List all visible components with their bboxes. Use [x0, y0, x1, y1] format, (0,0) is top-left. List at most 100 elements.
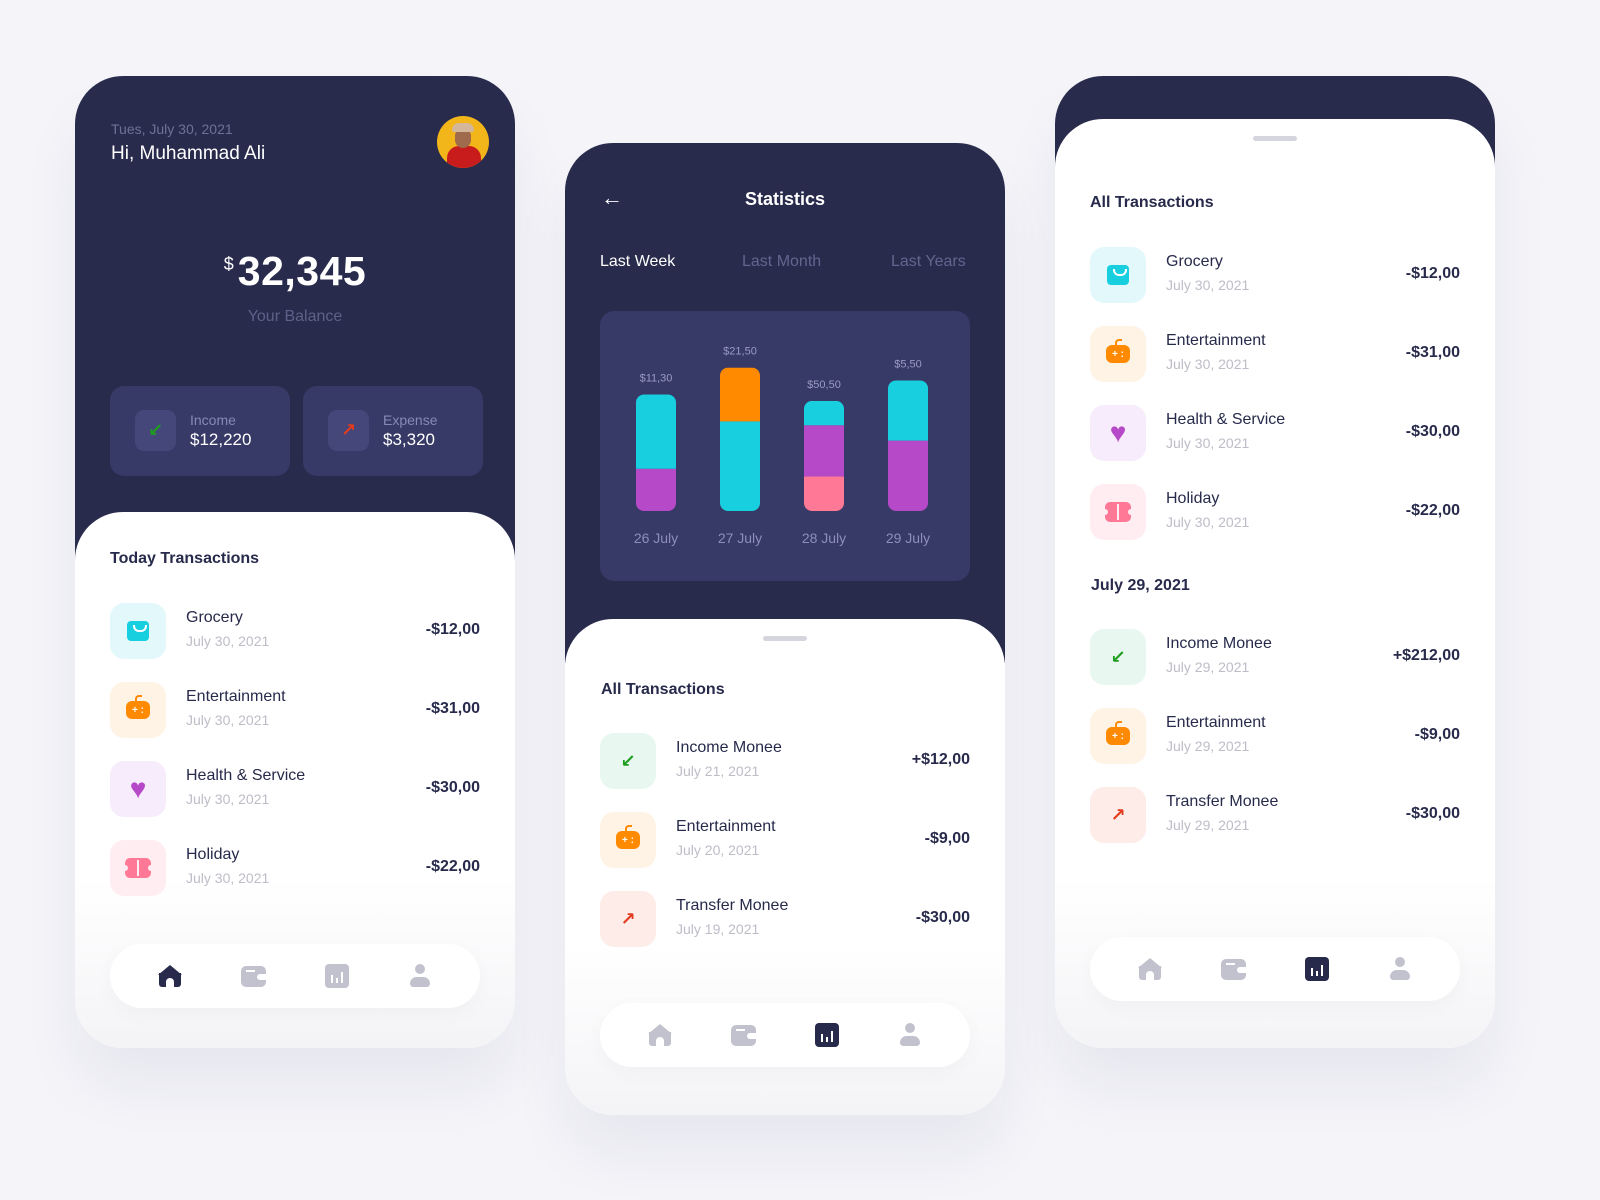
chart-icon [324, 964, 349, 988]
transaction-name: Holiday [186, 846, 240, 863]
drag-handle[interactable] [763, 636, 807, 641]
bar-segment-orange [720, 367, 760, 422]
transaction-row[interactable]: Grocery July 30, 2021 -$12,00 [110, 603, 480, 659]
tab-last-years[interactable]: Last Years [891, 253, 966, 271]
nav-wallet[interactable] [237, 960, 269, 992]
today-transactions-sheet: Today Transactions Grocery July 30, 2021… [75, 512, 515, 1048]
transaction-amount: -$30,00 [425, 779, 480, 796]
nav-profile[interactable] [1384, 953, 1416, 985]
greeting: Hi, Muhammad Ali [111, 143, 266, 164]
home-icon [647, 1024, 672, 1047]
transaction-date: July 29, 2021 [1166, 817, 1250, 833]
transaction-amount: -$30,00 [1405, 423, 1460, 440]
balance-amount: 32,345 [237, 248, 367, 294]
statistics-header: ← Statistics Last Week Last Month Last Y… [565, 143, 1005, 663]
all-transactions-sheet: All Transactions Grocery July 30, 2021 -… [1055, 119, 1495, 1048]
home-icon [1137, 958, 1162, 981]
transaction-row[interactable]: ↙ Income Monee July 29, 2021 +$212,00 [1090, 629, 1460, 685]
income-card[interactable]: ↙ Income $12,220 [110, 386, 290, 476]
transaction-amount: -$30,00 [915, 909, 970, 926]
transaction-name: Income Monee [1166, 635, 1272, 652]
transaction-name: Entertainment [1166, 332, 1266, 349]
home-screen: Tues, July 30, 2021 Hi, Muhammad Ali $32… [75, 76, 515, 1048]
bar-28-july[interactable] [804, 400, 844, 511]
nav-wallet[interactable] [1217, 953, 1249, 985]
nav-home[interactable] [644, 1019, 676, 1051]
tab-last-week[interactable]: Last Week [600, 253, 675, 271]
bar-segment-cyan [636, 394, 676, 469]
transaction-amount: -$30,00 [1405, 805, 1460, 822]
transaction-row[interactable]: Holiday July 30, 2021 -$22,00 [110, 840, 480, 896]
transaction-date: July 30, 2021 [1166, 435, 1250, 451]
expense-label: Expense [383, 412, 438, 428]
transaction-row[interactable]: ♥ Health & Service July 30, 2021 -$30,00 [1090, 405, 1460, 461]
nav-profile[interactable] [404, 960, 436, 992]
bottom-nav [600, 1003, 970, 1067]
transaction-row[interactable]: Holiday July 30, 2021 -$22,00 [1090, 484, 1460, 540]
bar-29-july[interactable] [888, 380, 928, 511]
chart-svg: $11,30 26 July $21,50 27 July $50,50 28 July $… [634, 346, 930, 546]
transaction-name: Grocery [1166, 253, 1223, 270]
transaction-name: Transfer Monee [676, 897, 789, 914]
shopping-bag-icon [1090, 247, 1146, 303]
bar-segment-cyan [720, 421, 760, 511]
section-title: Today Transactions [110, 550, 260, 567]
transaction-row[interactable]: + : Entertainment July 30, 2021 -$31,00 [110, 682, 480, 738]
user-avatar[interactable] [437, 116, 489, 168]
transaction-date: July 19, 2021 [676, 921, 760, 937]
transaction-row[interactable]: ↗ Transfer Monee July 29, 2021 -$30,00 [1090, 787, 1460, 843]
current-date: Tues, July 30, 2021 [111, 121, 233, 137]
transaction-row[interactable]: + : Entertainment July 29, 2021 -$9,00 [1090, 708, 1460, 764]
expense-card[interactable]: ↗ Expense $3,320 [303, 386, 483, 476]
transaction-date: July 20, 2021 [676, 842, 760, 858]
transaction-date: July 21, 2021 [676, 763, 760, 779]
arrow-up-right-icon: ↗ [1090, 787, 1146, 843]
bar-27-july[interactable] [720, 367, 760, 511]
transaction-date: July 30, 2021 [186, 791, 270, 807]
drag-handle[interactable] [1253, 136, 1297, 141]
wallet-icon [240, 965, 266, 987]
balance-label: Your Balance [247, 308, 343, 325]
transaction-row[interactable]: ♥ Health & Service July 30, 2021 -$30,00 [110, 761, 480, 817]
bottom-nav [1090, 937, 1460, 1001]
transaction-name: Grocery [186, 609, 243, 626]
section-title: All Transactions [601, 681, 725, 698]
transaction-row[interactable]: + : Entertainment July 20, 2021 -$9,00 [600, 812, 970, 868]
nav-statistics[interactable] [811, 1019, 843, 1051]
gamepad-icon: + : [110, 682, 166, 738]
arrow-up-right-icon: ↗ [600, 891, 656, 947]
bar-segment-purple [636, 468, 676, 511]
arrow-up-right-icon: ↗ [328, 410, 369, 451]
transaction-name: Health & Service [186, 767, 306, 784]
transaction-amount: -$31,00 [425, 700, 480, 717]
nav-statistics[interactable] [1301, 953, 1333, 985]
transaction-amount: +$12,00 [911, 751, 970, 768]
nav-profile[interactable] [894, 1019, 926, 1051]
transaction-name: Entertainment [186, 688, 286, 705]
group-date-title: July 29, 2021 [1091, 577, 1190, 594]
page-title: Statistics [744, 189, 826, 209]
transaction-name: Income Monee [676, 739, 782, 756]
bar-segment-pink [804, 476, 844, 511]
bar-value-label: $21,50 [723, 346, 757, 358]
transaction-row[interactable]: + : Entertainment July 30, 2021 -$31,00 [1090, 326, 1460, 382]
transaction-row[interactable]: Grocery July 30, 2021 -$12,00 [1090, 247, 1460, 303]
nav-home[interactable] [154, 960, 186, 992]
shopping-bag-icon [110, 603, 166, 659]
transaction-date: July 30, 2021 [1166, 277, 1250, 293]
gamepad-icon: + : [1090, 326, 1146, 382]
transaction-row[interactable]: ↙ Income Monee July 21, 2021 +$12,00 [600, 733, 970, 789]
transaction-amount: -$31,00 [1405, 344, 1460, 361]
bar-26-july[interactable] [636, 394, 676, 511]
nav-statistics[interactable] [321, 960, 353, 992]
transaction-row[interactable]: ↗ Transfer Monee July 19, 2021 -$30,00 [600, 891, 970, 947]
all-transactions-sheet: All Transactions ↙ Income Monee July 21,… [565, 619, 1005, 1115]
transaction-amount: -$22,00 [1405, 502, 1460, 519]
nav-home[interactable] [1134, 953, 1166, 985]
ticket-icon [110, 840, 166, 896]
nav-wallet[interactable] [727, 1019, 759, 1051]
statistics-screen: ← Statistics Last Week Last Month Last Y… [565, 143, 1005, 1115]
transaction-amount: -$12,00 [1405, 265, 1460, 282]
x-tick-label: 28 July [802, 530, 846, 546]
tab-last-month[interactable]: Last Month [742, 253, 821, 271]
